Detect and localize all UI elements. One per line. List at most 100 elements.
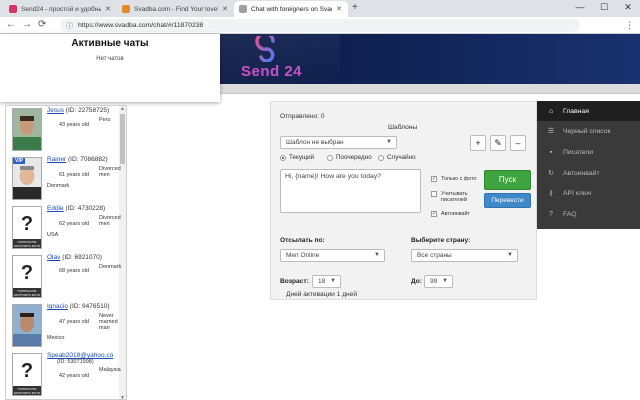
sidebar-item-autoinvite[interactable]: ↻ Автоинвайт	[537, 163, 640, 183]
message-textarea[interactable]: Hi, {name}! How are you today?	[280, 169, 421, 213]
minimize-button[interactable]: —	[568, 0, 592, 17]
order-radio-random[interactable]: Случайно	[378, 154, 416, 161]
user-id: (ID: 6921070)	[62, 254, 102, 261]
request-photo-label: ПОПРОСИТЕ ЗАГРУЗИТЬ ФОТО	[13, 239, 41, 248]
tab-close-icon[interactable]: ✕	[222, 5, 228, 13]
user-name-link[interactable]: Ignacio	[47, 303, 68, 310]
radio-dot[interactable]	[378, 154, 384, 161]
new-tab-button[interactable]: +	[352, 2, 358, 13]
user-name-link[interactable]: Eddie	[47, 205, 64, 212]
user-id: (ID: 9476510)	[69, 303, 110, 310]
send-by-select[interactable]: Men Online ▼	[280, 249, 385, 262]
tab-favicon-icon	[122, 5, 130, 13]
chevron-down-icon: ▼	[386, 139, 392, 145]
country-select[interactable]: Все страны ▼	[411, 249, 518, 262]
address-url: https://www.svadba.com/chat/#/11870238	[78, 22, 204, 29]
chevron-down-icon: ▼	[374, 252, 380, 258]
sidebar-item-label: API ключ	[563, 189, 592, 197]
scroll-up-icon[interactable]: ▲	[120, 106, 125, 112]
age-to-select[interactable]: 99 ▼	[424, 275, 453, 288]
back-arrow-icon[interactable]: ←	[6, 19, 16, 30]
template-select[interactable]: Шаблон не выбран ▼	[280, 136, 397, 149]
list-icon: ☰	[547, 128, 555, 135]
writers-icon: ▪	[549, 148, 553, 156]
sidebar-item-faq[interactable]: ? FAQ	[537, 204, 640, 224]
sidebar-item-home[interactable]: ⌂ Главная	[537, 101, 640, 121]
user-age: 47 years old	[59, 319, 89, 325]
avatar[interactable]: ? ПОПРОСИТЕ ЗАГРУЗИТЬ ФОТО	[12, 255, 42, 298]
address-bar[interactable]: ⓘ https://www.svadba.com/chat/#/11870238	[60, 19, 580, 32]
user-country: Denmark	[47, 183, 70, 189]
translate-button[interactable]: Перевести	[484, 193, 531, 208]
radio-dot[interactable]	[280, 154, 286, 161]
user-name-link[interactable]: Rainer	[47, 156, 66, 163]
key-icon: ⚷	[548, 190, 554, 197]
sidebar-item-blacklist[interactable]: ☰ Черный список	[537, 121, 640, 141]
age-from-select[interactable]: 18 ▼	[312, 275, 341, 288]
reload-icon[interactable]: ⟳	[38, 19, 46, 30]
scroll-thumb[interactable]	[120, 114, 125, 164]
extension-sidebar-menu: ⌂ Главная ☰ Черный список ▪ Писатели ↻ Автои…	[537, 101, 640, 229]
avatar[interactable]	[12, 304, 42, 347]
avatar[interactable]: ? ПОПРОСИТЕ ЗАГРУЗИТЬ ФОТО	[12, 353, 42, 396]
add-template-button[interactable]: +	[470, 135, 486, 151]
browser-menu-icon[interactable]: ⋮	[625, 20, 634, 31]
list-item[interactable]: VIP Rainer (ID: 7086882) 61 years old Di…	[9, 155, 121, 203]
avatar[interactable]: VIP	[12, 157, 42, 200]
avatar[interactable]: ? ПОПРОСИТЕ ЗАГРУЗИТЬ ФОТО	[12, 206, 42, 249]
vip-badge: VIP	[13, 158, 26, 164]
user-age: 61 years old	[59, 172, 89, 178]
request-photo-label: ПОПРОСИТЕ ЗАГРУЗИТЬ ФОТО	[13, 288, 41, 297]
user-id: (ID: 22758725)	[65, 107, 110, 114]
order-radio-sequential[interactable]: Поочередно	[327, 154, 372, 161]
sidebar-item-writers[interactable]: ▪ Писатели	[537, 142, 640, 162]
sidebar-item-api-key[interactable]: ⚷ API ключ	[537, 183, 640, 203]
list-item[interactable]: Jesus (ID: 22758725) 43 years old Peru	[9, 106, 119, 154]
list-item[interactable]: ? ПОПРОСИТЕ ЗАГРУЗИТЬ ФОТО Olav (ID: 692…	[9, 253, 121, 301]
tab-title: Svadba.com - Find Your love!	[134, 5, 219, 13]
radio-label: Текущий	[289, 154, 315, 161]
mailing-form: Отправлено: 0 Шаблоны Шаблон не выбран ▼…	[270, 101, 537, 300]
active-chats-popup: Активные чаты Нет чатов	[0, 34, 220, 102]
checkbox-box[interactable]: ✓	[431, 176, 437, 182]
tab-close-icon[interactable]: ✕	[105, 5, 111, 13]
send-by-value: Men Online	[286, 252, 320, 259]
user-id: (ID: 7086882)	[67, 156, 108, 163]
browser-tab-svadba[interactable]: Svadba.com - Find Your love! ✕	[117, 1, 234, 17]
avatar[interactable]	[12, 108, 42, 151]
checkbox-box[interactable]	[431, 191, 437, 197]
age-to-value: 99	[430, 278, 438, 285]
close-window-button[interactable]: ✕	[616, 0, 640, 17]
radio-dot[interactable]	[327, 154, 333, 161]
templates-label: Шаблоны	[388, 124, 418, 131]
start-button[interactable]: Пуск	[484, 170, 531, 190]
user-country: Malaysia	[99, 367, 121, 373]
checkbox-box[interactable]: ✓	[431, 211, 437, 217]
list-item[interactable]: ? ПОПРОСИТЕ ЗАГРУЗИТЬ ФОТО Eddie (ID: 47…	[9, 204, 121, 252]
tab-close-icon[interactable]: ✕	[336, 5, 342, 13]
request-photo-label: ПОПРОСИТЕ ЗАГРУЗИТЬ ФОТО	[13, 386, 41, 395]
checkbox-label: Автоинвайт	[441, 211, 471, 217]
sidebar-item-label: Черный список	[563, 127, 611, 135]
user-name-link[interactable]: Jesus	[47, 107, 64, 114]
list-item[interactable]: Ignacio (ID: 9476510) 47 years old Never…	[9, 302, 119, 350]
forward-arrow-icon[interactable]: →	[22, 19, 32, 30]
radio-label: Поочередно	[336, 154, 372, 161]
send-by-label: Отсылать по:	[280, 237, 325, 244]
user-name-link[interactable]: Olav	[47, 254, 60, 261]
brand-logo-text: Send 24	[241, 63, 303, 80]
list-item[interactable]: ? ПОПРОСИТЕ ЗАГРУЗИТЬ ФОТО Speab2018@yah…	[9, 351, 121, 399]
browser-tab-send24[interactable]: Send24 - простой и удобный с ✕	[4, 1, 117, 17]
edit-template-button[interactable]: ✎	[490, 135, 506, 151]
activation-days-text: Дней активации 1 дней	[286, 291, 358, 298]
browser-tab-chat[interactable]: Chat with foreigners on Svadba.c ✕	[234, 1, 348, 17]
sent-counter: Отправлено: 0	[280, 113, 325, 120]
user-age: 43 years old	[59, 122, 89, 128]
order-radio-current[interactable]: Текущий	[280, 154, 314, 161]
user-age: 62 years old	[59, 221, 89, 227]
delete-template-button[interactable]: –	[510, 135, 526, 151]
scroll-down-icon[interactable]: ▼	[120, 395, 125, 399]
maximize-button[interactable]: ☐	[592, 0, 616, 17]
site-info-icon[interactable]: ⓘ	[66, 21, 73, 31]
user-name-link[interactable]: Speab2018@yahoo.co	[47, 352, 113, 359]
